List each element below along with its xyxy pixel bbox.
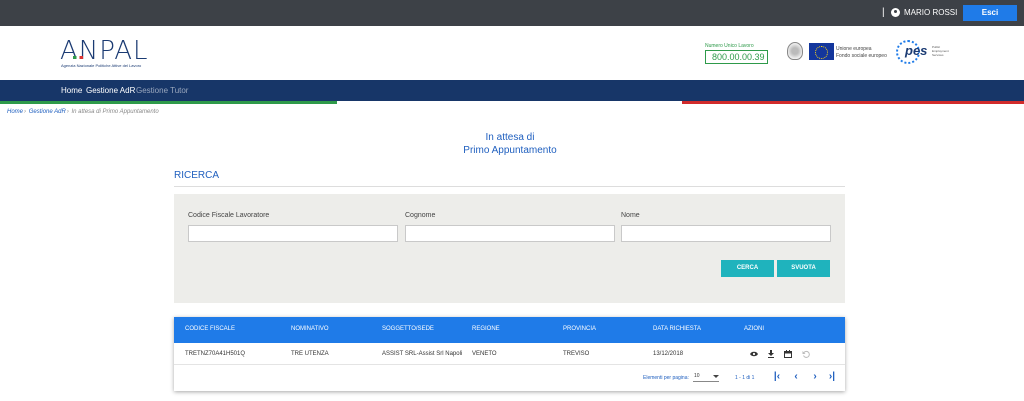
nome-input[interactable] <box>621 225 831 242</box>
table-row: TRETNZ70A41H501Q TRE UTENZA ASSIST SRL-A… <box>174 343 845 365</box>
items-per-page-label: Elementi per pagina: <box>643 375 689 381</box>
breadcrumb: Home› Gestione AdR› In attesa di Primo A… <box>7 109 159 115</box>
items-per-page-select[interactable]: 10 <box>693 373 719 382</box>
tricolor-green <box>0 101 337 104</box>
logo-subtitle: Agenzia Nazionale Politiche Attive del L… <box>61 63 142 68</box>
cell-codice-fiscale: TRETNZ70A41H501Q <box>185 351 246 357</box>
anpal-logo[interactable]: ANPAL Agenzia Nazionale Politiche Attive… <box>60 36 149 68</box>
logo-tricolor-mark <box>73 56 83 59</box>
breadcrumb-separator: › <box>66 109 69 115</box>
numero-value: 800.00.00.39 <box>705 50 768 64</box>
first-page-icon[interactable]: |‹ <box>771 371 783 383</box>
site-header: ANPAL Agenzia Nazionale Politiche Attive… <box>0 26 1024 80</box>
search-section-divider <box>174 186 845 187</box>
tricolor-white <box>337 101 682 104</box>
eu-line-1: Unione europea <box>836 46 872 52</box>
next-page-icon[interactable]: › <box>809 371 821 383</box>
breadcrumb-separator: › <box>24 109 27 115</box>
topbar-separator: | <box>882 7 885 18</box>
nav-item-gestione-tutor[interactable]: Gestione Tutor <box>136 86 188 95</box>
cognome-label: Cognome <box>405 212 436 219</box>
cell-soggetto-sede: ASSIST SRL-Assist Srl Napoli <box>382 351 463 357</box>
download-icon[interactable] <box>767 350 775 358</box>
cell-nominativo: TRE UTENZA <box>291 351 329 357</box>
results-table: CODICE FISCALE NOMINATIVO SOGGETTO/SEDE … <box>174 317 845 391</box>
numero-label: Numero Unico Lavoro <box>705 43 754 49</box>
column-header-provincia: PROVINCIA <box>563 326 597 332</box>
search-section-label: RICERCA <box>174 170 220 181</box>
breadcrumb-home[interactable]: Home <box>7 109 23 115</box>
top-bar: | MARIO ROSSI Esci <box>0 0 1024 26</box>
column-header-data-richiesta: DATA RICHIESTA <box>653 326 702 332</box>
eu-line-2: Fondo sociale europeo <box>836 53 887 59</box>
page-title-line-1: In attesa di <box>485 132 535 143</box>
main-nav: Home Gestione AdR Gestione Tutor <box>0 80 1024 101</box>
previous-page-icon[interactable]: ‹ <box>790 371 802 383</box>
page-title: In attesa di Primo Appuntamento <box>400 131 620 157</box>
codice-fiscale-label: Codice Fiscale Lavoratore <box>188 212 270 219</box>
last-page-icon[interactable]: ›| <box>826 371 838 383</box>
column-header-codice-fiscale: CODICE FISCALE <box>185 326 236 332</box>
breadcrumb-current: In attesa di Primo Appuntamento <box>71 109 159 115</box>
eu-flag-icon <box>809 43 834 60</box>
pagination: Elementi per pagina: 10 1 - 1 di 1 |‹ ‹ … <box>174 365 845 391</box>
nav-item-home[interactable]: Home <box>61 86 82 95</box>
breadcrumb-gestione-adr[interactable]: Gestione AdR <box>29 109 66 115</box>
logout-button[interactable]: Esci <box>963 5 1017 21</box>
eye-icon[interactable] <box>750 350 758 358</box>
table-header: CODICE FISCALE NOMINATIVO SOGGETTO/SEDE … <box>174 317 845 343</box>
numero-unico-lavoro: Numero Unico Lavoro 800.00.00.39 <box>705 43 768 64</box>
items-per-page-value: 10 <box>694 373 700 379</box>
nome-label: Nome <box>621 212 640 219</box>
pes-logo: pes Public Employment Services <box>896 40 949 64</box>
clear-button[interactable]: SVUOTA <box>777 260 830 277</box>
column-header-regione: REGIONE <box>472 326 500 332</box>
codice-fiscale-input[interactable] <box>188 225 398 242</box>
pagination-range: 1 - 1 di 1 <box>735 375 755 381</box>
column-header-soggetto-sede: SOGGETTO/SEDE <box>382 326 434 332</box>
nav-item-gestione-adr[interactable]: Gestione AdR <box>86 86 135 95</box>
chevron-down-icon <box>713 375 719 378</box>
cell-data-richiesta: 13/12/2018 <box>653 351 684 357</box>
cell-provincia: TREVISO <box>563 351 590 357</box>
pes-word: pes <box>905 43 928 58</box>
eu-text: Unione europea Fondo sociale europeo <box>836 46 887 60</box>
undo-icon[interactable] <box>802 350 810 358</box>
calendar-icon[interactable] <box>784 350 792 358</box>
search-panel: Codice Fiscale Lavoratore Cognome Nome C… <box>174 194 845 303</box>
column-header-azioni: AZIONI <box>744 326 765 332</box>
user-name[interactable]: MARIO ROSSI <box>904 8 957 17</box>
tricolor-red <box>682 101 1024 104</box>
user-circle-icon <box>891 8 900 17</box>
page-title-line-2: Primo Appuntamento <box>463 145 557 156</box>
column-header-nominativo: NOMINATIVO <box>291 326 329 332</box>
italian-republic-emblem-icon <box>787 42 803 60</box>
search-button[interactable]: CERCA <box>721 260 774 277</box>
cell-regione: VENETO <box>472 351 497 357</box>
cognome-input[interactable] <box>405 225 615 242</box>
logo-text: ANPAL <box>60 36 149 66</box>
pes-side-text: Public Employment Services <box>932 45 949 57</box>
